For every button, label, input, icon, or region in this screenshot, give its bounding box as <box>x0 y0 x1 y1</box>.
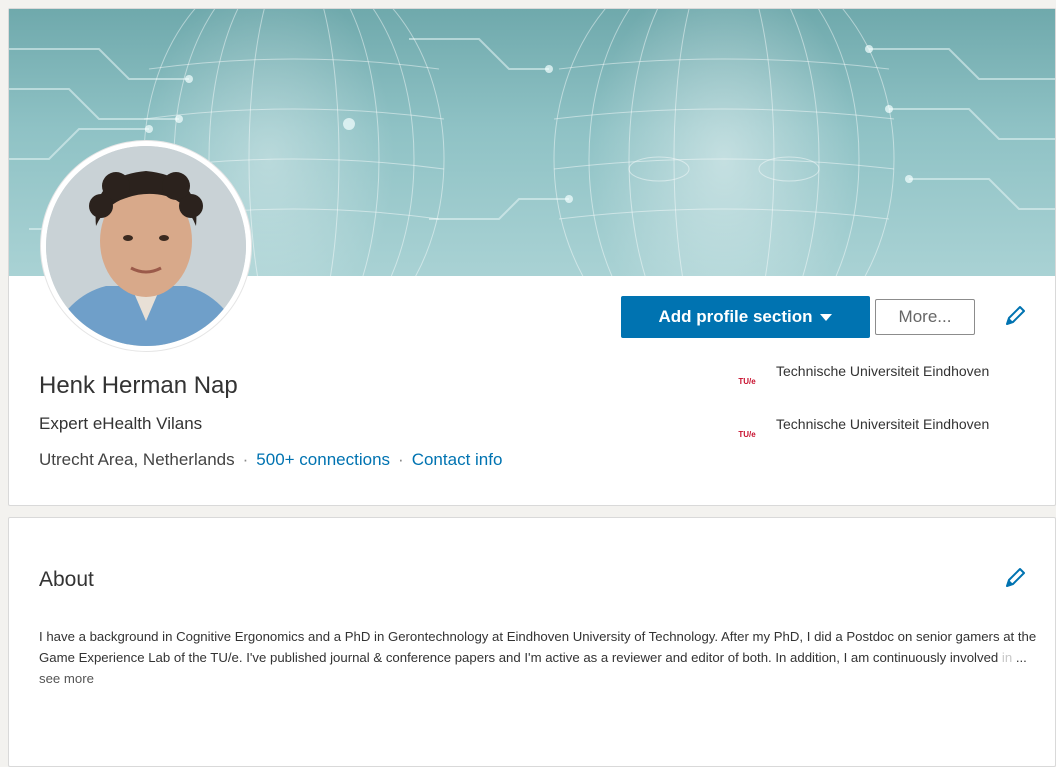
add-profile-section-button[interactable]: Add profile section <box>621 296 870 338</box>
about-title: About <box>39 568 94 591</box>
separator-dot: · <box>242 450 249 469</box>
profile-headline: Expert eHealth Vilans <box>39 414 203 433</box>
education-school-name: Technische Universiteit Eindhoven <box>776 363 990 379</box>
education-item[interactable]: TU/e Technische Universiteit Eindhoven <box>731 415 996 444</box>
profile-top-card: Add profile section More... Henk Herman … <box>8 8 1056 506</box>
edit-about-pencil-icon[interactable] <box>1003 566 1027 590</box>
about-card: About I have a background in Cognitive E… <box>8 517 1056 767</box>
more-button[interactable]: More... <box>875 299 975 335</box>
tue-logo-icon: TU/e <box>738 430 756 439</box>
tue-logo-icon: TU/e <box>738 377 756 386</box>
see-more-link[interactable]: see more <box>39 671 94 686</box>
about-text-visible: I have a background in Cognitive Ergonom… <box>39 629 1037 665</box>
profile-photo[interactable] <box>41 141 251 351</box>
about-ellipsis: ... <box>1012 650 1027 665</box>
profile-name: Henk Herman Nap <box>39 372 238 399</box>
separator-dot: · <box>398 450 404 469</box>
connections-link[interactable]: 500+ connections <box>256 450 390 470</box>
profile-meta-line: Utrecht Area, Netherlands · 500+ connect… <box>39 450 502 470</box>
edit-intro-pencil-icon[interactable] <box>1003 304 1027 328</box>
education-school-name: Technische Universiteit Eindhoven <box>776 416 990 432</box>
add-profile-section-label: Add profile section <box>658 307 813 326</box>
contact-info-link[interactable]: Contact info <box>412 450 503 470</box>
profile-location: Utrecht Area, Netherlands <box>39 450 235 469</box>
education-item[interactable]: TU/e Technische Universiteit Eindhoven <box>731 362 996 391</box>
caret-down-icon <box>820 313 833 321</box>
about-summary: I have a background in Cognitive Ergonom… <box>39 626 1039 689</box>
person-avatar-image <box>46 146 246 346</box>
about-text-faded: in <box>1001 650 1013 665</box>
